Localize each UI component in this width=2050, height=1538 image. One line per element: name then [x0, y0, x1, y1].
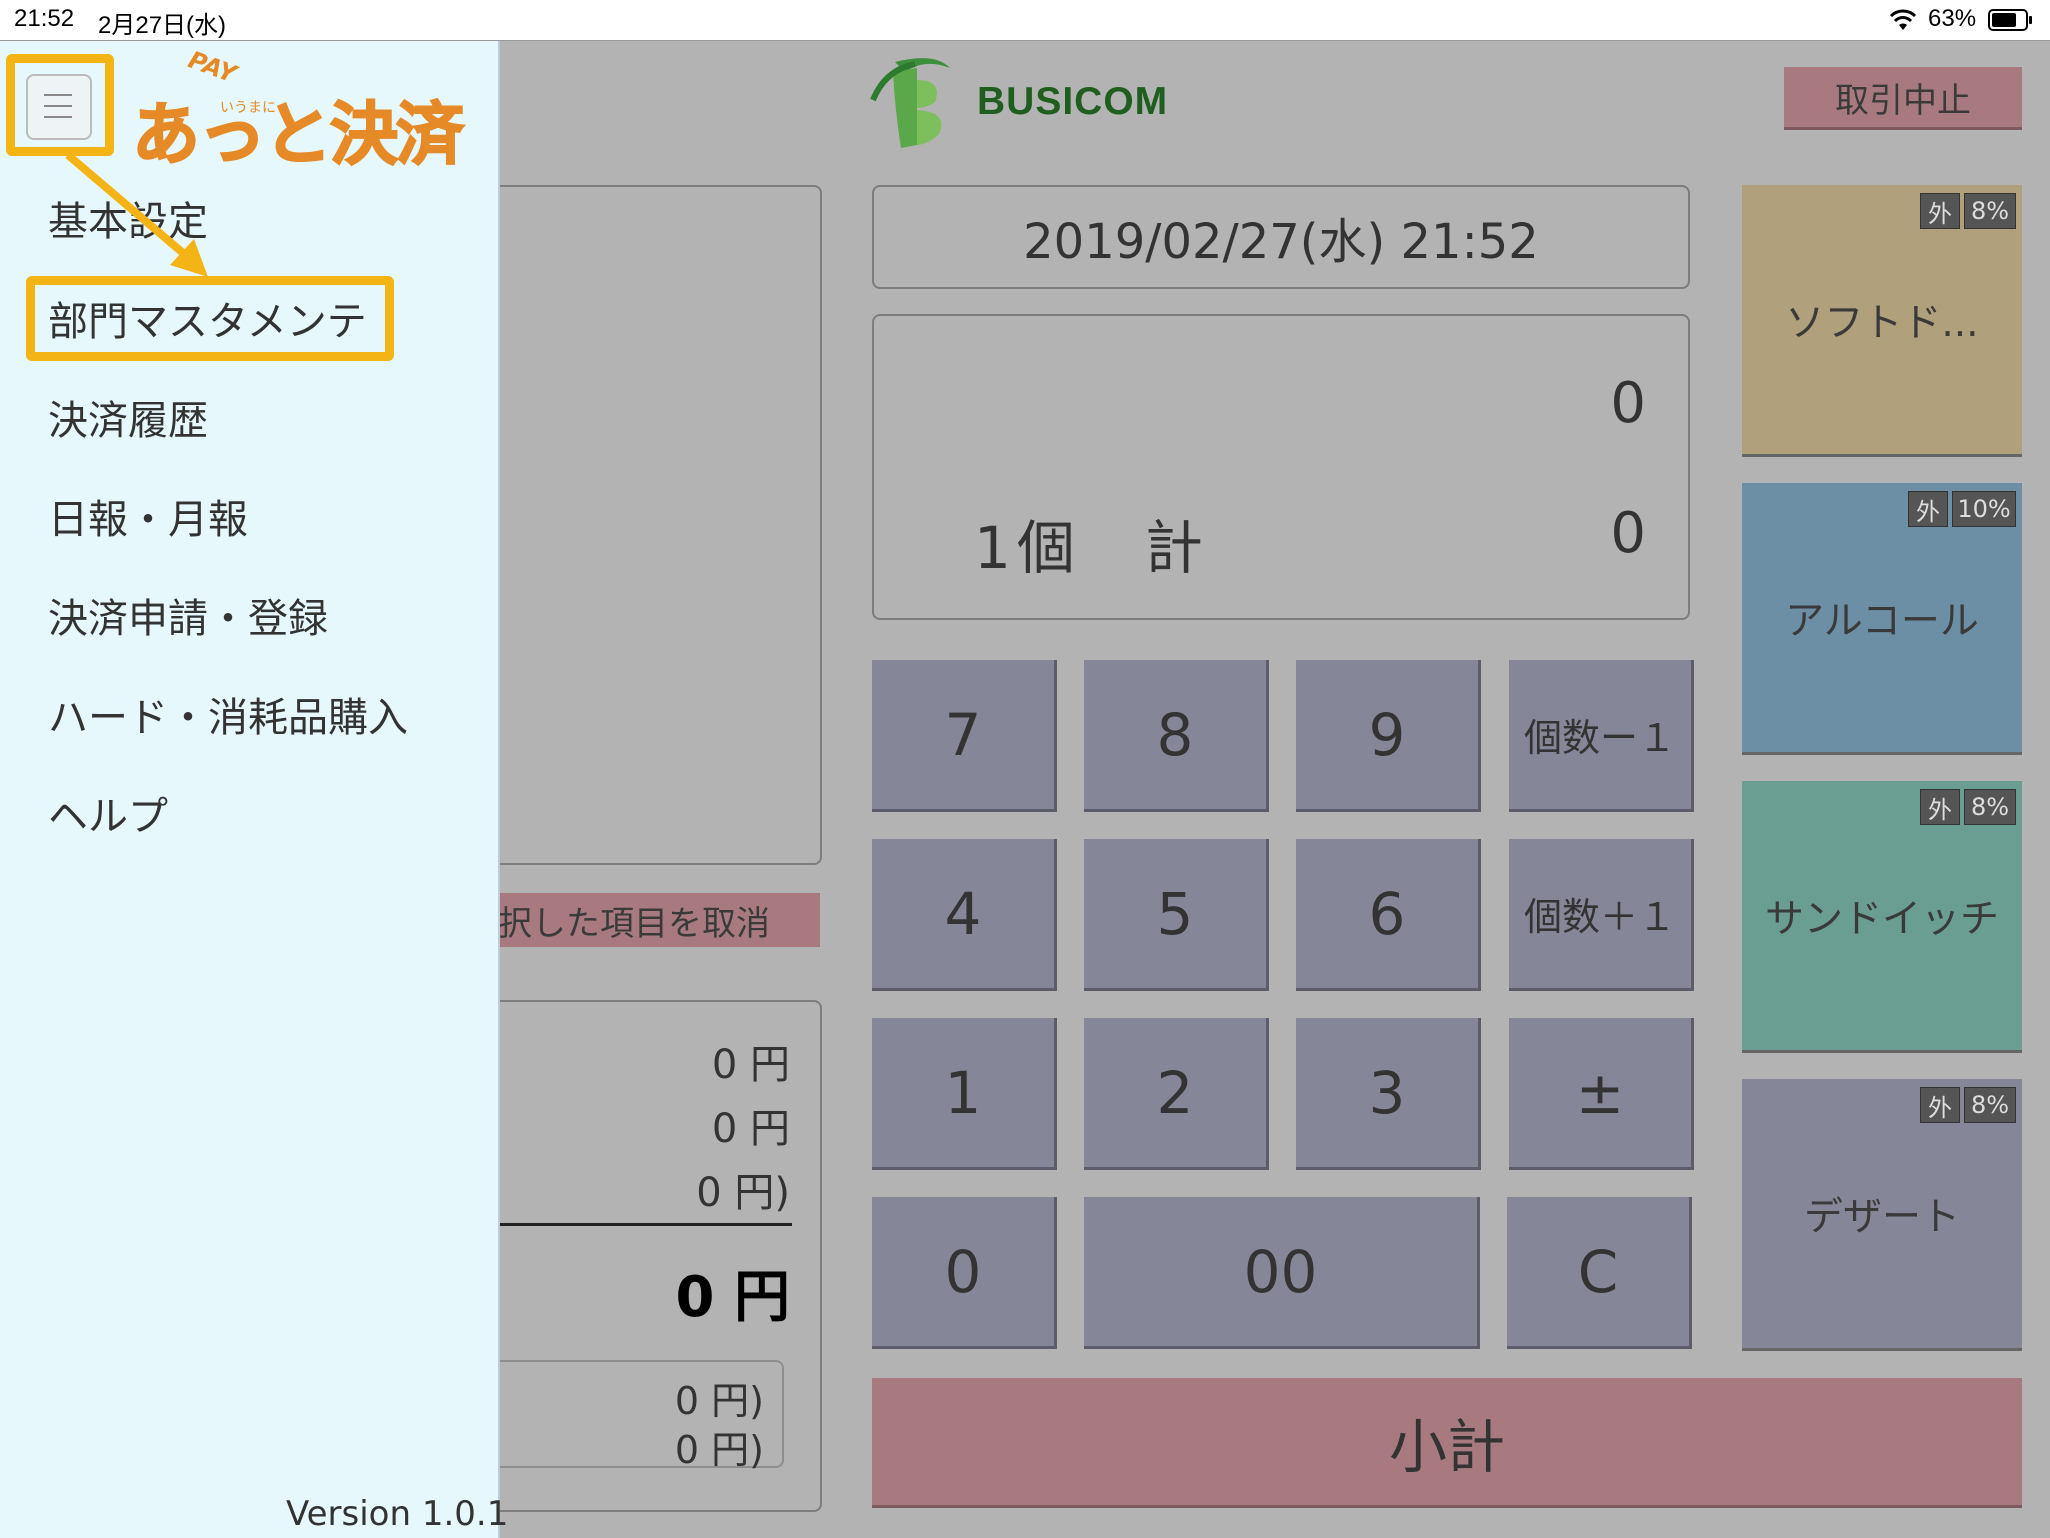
- key-5[interactable]: 5: [1084, 839, 1269, 991]
- amount-display: 0 1個 計 0: [872, 314, 1690, 620]
- menu-item-daily-monthly-report[interactable]: 日報・月報: [48, 487, 248, 545]
- department-button[interactable]: 外 8% ソフトド...: [1742, 185, 2022, 457]
- datetime-display: 2019/02/27(水) 21:52: [872, 185, 1690, 289]
- status-time: 21:52: [14, 5, 75, 32]
- tax-rate-badge: 8%: [1964, 193, 2016, 229]
- menu-item-help[interactable]: ヘルプ: [48, 784, 168, 842]
- department-label: デザート: [1803, 1194, 1960, 1240]
- menu-item-hardware-purchase[interactable]: ハード・消耗品購入: [48, 685, 408, 743]
- annotation-arrow-icon: [65, 151, 208, 277]
- total-row: 0 円: [711, 1042, 790, 1088]
- cancel-selected-item-button[interactable]: 択した項目を取消: [490, 893, 820, 947]
- tax-type-badge: 外: [1908, 491, 1948, 527]
- side-menu-drawer: PAY いうまに あっと決済 基本設定 部門マスタメンテ 決済履歴 日報・月報 …: [0, 41, 508, 1538]
- menu-item-payment-application[interactable]: 決済申請・登録: [48, 586, 328, 644]
- tax-rate-badge: 10%: [1952, 491, 2016, 527]
- wifi-icon: [1888, 8, 1918, 36]
- totals-panel: 0 円 0 円 0 円) 0 円 0 円) 0 円): [470, 1000, 822, 1512]
- key-8[interactable]: 8: [1084, 660, 1269, 812]
- department-label: サンドイッチ: [1764, 896, 1999, 942]
- item-list-panel[interactable]: [470, 185, 822, 865]
- department-label: ソフトド...: [1785, 300, 1979, 346]
- sum-value: 0: [1610, 501, 1646, 566]
- key-2[interactable]: 2: [1084, 1018, 1269, 1170]
- app-logo: PAY いうまに あっと決済: [128, 46, 468, 176]
- highlight-box-menu-button: [6, 54, 114, 156]
- tax-rate-badge: 8%: [1964, 789, 2016, 825]
- battery-percent: 63%: [1928, 5, 1977, 32]
- key-1[interactable]: 1: [872, 1018, 1057, 1170]
- key-6[interactable]: 6: [1296, 839, 1481, 991]
- sub-totals-box: 0 円) 0 円): [472, 1360, 784, 1472]
- department-button[interactable]: 外 8% サンドイッチ: [1742, 781, 2022, 1053]
- count-label: 1個 計: [974, 514, 1209, 582]
- current-value: 0: [1610, 371, 1646, 436]
- department-label: アルコール: [1785, 598, 1979, 644]
- tax-type-badge: 外: [1920, 193, 1960, 229]
- status-date: 2月27日(水): [98, 12, 227, 39]
- battery-icon: [1988, 9, 2034, 35]
- key-3[interactable]: 3: [1296, 1018, 1481, 1170]
- tax-type-badge: 外: [1920, 789, 1960, 825]
- tax-type-badge: 外: [1920, 1087, 1960, 1123]
- department-button[interactable]: 外 8% デザート: [1742, 1079, 2022, 1351]
- quantity-plus-button[interactable]: 個数＋１: [1509, 839, 1694, 991]
- menu-item-payment-history[interactable]: 決済履歴: [48, 388, 208, 446]
- total-row: 0 円: [711, 1106, 790, 1152]
- divider: [472, 1223, 792, 1226]
- sub-total-row: 0 円): [674, 1428, 764, 1472]
- status-bar: 21:52 2月27日(水) 63%: [0, 0, 2050, 41]
- clear-button[interactable]: C: [1507, 1197, 1692, 1349]
- key-0[interactable]: 0: [872, 1197, 1057, 1349]
- key-4[interactable]: 4: [872, 839, 1057, 991]
- key-00[interactable]: 00: [1084, 1197, 1480, 1349]
- key-7[interactable]: 7: [872, 660, 1057, 812]
- department-button[interactable]: 外 10% アルコール: [1742, 483, 2022, 755]
- quantity-minus-button[interactable]: 個数ー１: [1509, 660, 1694, 812]
- subtotal-button[interactable]: 小計: [872, 1378, 2022, 1508]
- sub-total-row: 0 円): [674, 1379, 764, 1423]
- brand-name: BUSICOM: [977, 80, 1169, 123]
- cancel-transaction-button[interactable]: 取引中止: [1784, 67, 2022, 130]
- plus-minus-button[interactable]: ±: [1509, 1018, 1694, 1170]
- busicom-mark-icon: [870, 58, 950, 148]
- app-version: Version 1.0.1: [286, 1494, 509, 1534]
- menu-item-department-master[interactable]: 部門マスタメンテ: [48, 289, 367, 347]
- key-9[interactable]: 9: [1296, 660, 1481, 812]
- tax-rate-badge: 8%: [1964, 1087, 2016, 1123]
- grand-total: 0 円: [675, 1265, 790, 1330]
- total-row: 0 円): [696, 1170, 790, 1216]
- busicom-logo: BUSICOM: [865, 50, 1185, 150]
